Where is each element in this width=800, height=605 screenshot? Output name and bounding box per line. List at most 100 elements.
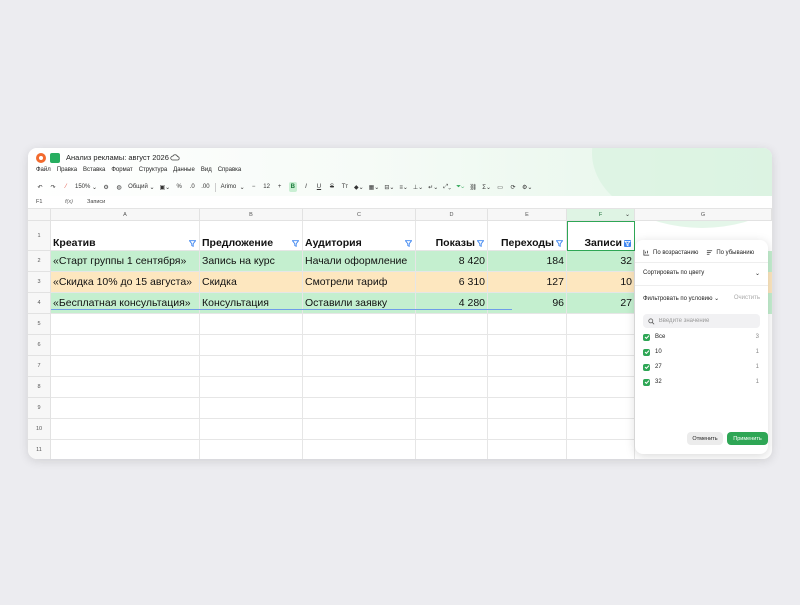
wrap-icon[interactable]: ↵⌄ (428, 182, 438, 192)
empty-cell[interactable] (303, 419, 416, 440)
row-header[interactable]: 8 (28, 377, 51, 398)
sort-by-color-dropdown[interactable]: Сортировать по цвету ⌄ (643, 267, 760, 279)
empty-cell[interactable] (567, 377, 635, 398)
empty-cell[interactable] (303, 356, 416, 377)
column-header-b[interactable]: B (200, 209, 303, 221)
row-header[interactable]: 4 (28, 293, 51, 314)
cell-offer[interactable]: Скидка (200, 272, 303, 293)
empty-cell[interactable] (488, 335, 567, 356)
filter-value-item[interactable]: 32 1 (643, 377, 759, 387)
redo-icon[interactable]: ↷ (49, 182, 57, 192)
header-cell-signups[interactable]: Записи (567, 221, 635, 251)
empty-cell[interactable] (200, 398, 303, 419)
filter-icon[interactable] (405, 240, 412, 247)
cell-impressions[interactable]: 6 310 (416, 272, 488, 293)
cell-clicks[interactable]: 184 (488, 251, 567, 272)
empty-cell[interactable] (488, 377, 567, 398)
empty-cell[interactable] (567, 419, 635, 440)
column-header-f[interactable]: F ⌄ (567, 209, 635, 221)
menu-help[interactable]: Справка (218, 167, 242, 173)
cell-reference[interactable]: F1 (36, 199, 42, 205)
valign-icon[interactable]: ⊥⌄ (413, 182, 423, 192)
font-size-value[interactable]: 12 (263, 182, 271, 192)
empty-cell[interactable] (51, 356, 200, 377)
font-size-increase-icon[interactable]: + (276, 182, 284, 192)
empty-cell[interactable] (416, 335, 488, 356)
checkbox[interactable] (643, 378, 650, 386)
row-header[interactable]: 2 (28, 251, 51, 272)
filter-value-item[interactable]: Все 3 (643, 332, 759, 342)
clear-button[interactable]: Очистить (734, 295, 760, 301)
column-header-d[interactable]: D (416, 209, 488, 221)
fill-color-icon[interactable]: ◆⌄ (354, 182, 364, 192)
palette-icon[interactable]: ◍ (115, 182, 123, 192)
cell-clicks[interactable]: 127 (488, 272, 567, 293)
filter-value-item[interactable]: 27 1 (643, 362, 759, 372)
filter-active-icon[interactable] (624, 240, 631, 247)
empty-cell[interactable] (488, 356, 567, 377)
decimal-icon[interactable]: .0 (188, 182, 196, 192)
cell-creative[interactable]: «Бесплатная консультация» (51, 293, 200, 314)
empty-cell[interactable] (567, 314, 635, 335)
header-cell-creative[interactable]: Креатив (51, 221, 200, 251)
filter-icon[interactable]: ⏷⌄ (456, 182, 464, 192)
empty-cell[interactable] (51, 314, 200, 335)
filter-value-item[interactable]: 10 1 (643, 347, 759, 357)
decimal-more-icon[interactable]: .00 (201, 182, 209, 192)
borders-icon[interactable]: ▦⌄ (369, 182, 380, 192)
menu-format[interactable]: Формат (111, 167, 132, 173)
menu-edit[interactable]: Правка (57, 167, 77, 173)
empty-cell[interactable] (51, 419, 200, 440)
column-header-e[interactable]: E (488, 209, 567, 221)
filter-icon[interactable] (556, 240, 563, 247)
text-style-button[interactable]: Tт (341, 182, 349, 192)
clear-format-icon[interactable]: ⁄ (62, 182, 70, 192)
menu-insert[interactable]: Вставка (83, 167, 105, 173)
column-header-c[interactable]: C (303, 209, 416, 221)
checkbox[interactable] (643, 333, 650, 341)
refresh-icon[interactable]: ⟳ (509, 182, 517, 192)
empty-cell[interactable] (200, 314, 303, 335)
menu-structure[interactable]: Структура (139, 167, 167, 173)
row-header[interactable]: 5 (28, 314, 51, 335)
filter-icon[interactable] (477, 240, 484, 247)
cell-signups[interactable]: 32 (567, 251, 635, 272)
empty-cell[interactable] (200, 419, 303, 440)
cell-offer[interactable]: Консультация (200, 293, 303, 314)
cell-creative[interactable]: «Старт группы 1 сентября» (51, 251, 200, 272)
empty-cell[interactable] (303, 335, 416, 356)
empty-cell[interactable] (200, 377, 303, 398)
strikethrough-button[interactable]: S (328, 182, 336, 192)
row-header[interactable]: 6 (28, 335, 51, 356)
cell-clicks[interactable]: 96 (488, 293, 567, 314)
menu-data[interactable]: Данные (173, 167, 195, 173)
row-header[interactable]: 7 (28, 356, 51, 377)
currency-icon[interactable]: ▣⌄ (160, 182, 171, 192)
empty-cell[interactable] (488, 398, 567, 419)
percent-icon[interactable]: % (175, 182, 183, 192)
filter-icon[interactable] (292, 240, 299, 247)
empty-cell[interactable] (488, 440, 567, 459)
column-header-g[interactable]: G (635, 209, 772, 221)
empty-cell[interactable] (303, 377, 416, 398)
select-all-corner[interactable] (28, 209, 51, 221)
cancel-button[interactable]: Отменить (687, 432, 723, 445)
empty-cell[interactable] (200, 356, 303, 377)
column-header-a[interactable]: A (51, 209, 200, 221)
checkbox[interactable] (643, 363, 650, 371)
empty-cell[interactable] (488, 419, 567, 440)
sum-icon[interactable]: Σ⌄ (482, 182, 491, 192)
empty-cell[interactable] (303, 440, 416, 459)
checkbox[interactable] (643, 348, 650, 356)
empty-cell[interactable] (416, 356, 488, 377)
empty-cell[interactable] (567, 335, 635, 356)
empty-cell[interactable] (200, 335, 303, 356)
cell-signups[interactable]: 27 (567, 293, 635, 314)
number-format-select[interactable]: Общий ⌄ (128, 182, 154, 192)
menu-view[interactable]: Вид (201, 167, 212, 173)
zoom-select[interactable]: 150% ⌄ (75, 182, 97, 192)
empty-cell[interactable] (416, 398, 488, 419)
sort-ascending-button[interactable]: По возрастанию (643, 249, 698, 256)
settings-icon[interactable]: ⚙⌄ (522, 182, 532, 192)
undo-icon[interactable]: ↶ (36, 182, 44, 192)
